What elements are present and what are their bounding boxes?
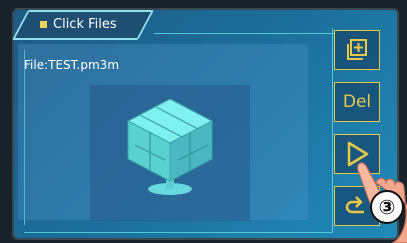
model-preview: [90, 85, 250, 221]
delete-button[interactable]: Del: [334, 82, 380, 122]
new-file-button[interactable]: [334, 30, 380, 70]
frame-line-top: [154, 33, 334, 34]
file-name-label: File:TEST.pm3m: [24, 58, 120, 72]
page-title-label: Click Files: [53, 16, 117, 32]
page-title: Click Files: [40, 13, 117, 35]
step-number-label: ③: [378, 195, 396, 219]
model-thumbnail-icon: [126, 98, 214, 195]
frame-line-right: [332, 28, 333, 233]
copy-plus-icon: [347, 39, 367, 60]
step-number-badge: ③: [370, 190, 404, 224]
title-bullet-icon: [40, 20, 47, 28]
delete-button-label: Del: [342, 92, 372, 112]
frame-line-bottom: [24, 232, 332, 233]
